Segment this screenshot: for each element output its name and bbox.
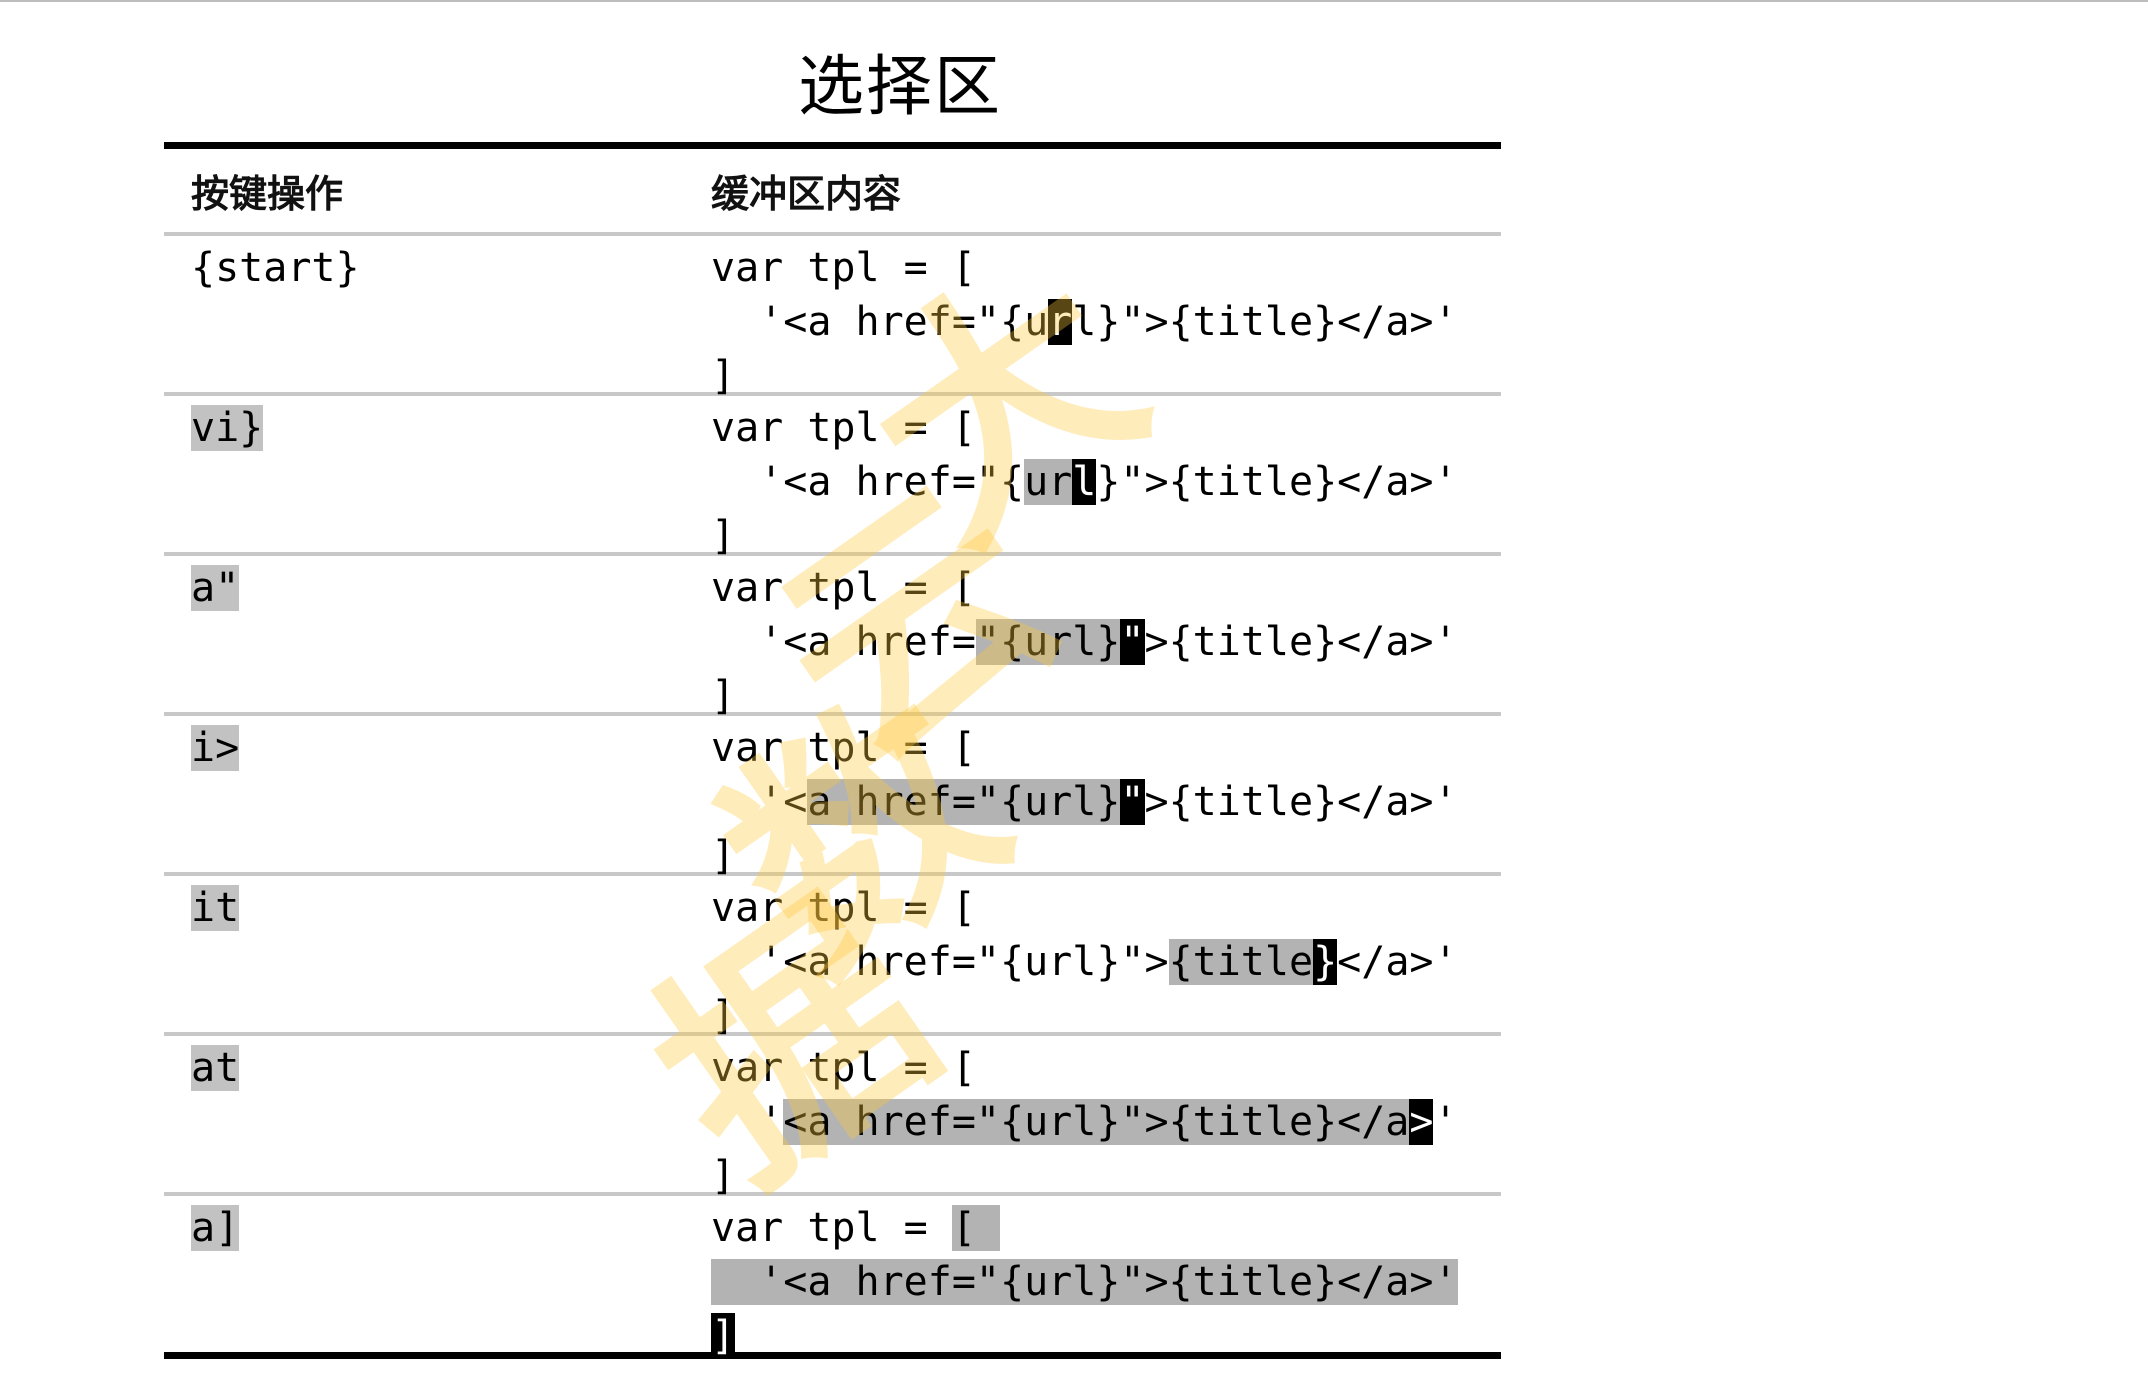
buffer-cell: var tpl = [ '<a href="{url}">{title}</a>…	[711, 396, 1458, 559]
cursor-char: r	[1048, 299, 1073, 345]
code-text: '<a href="{	[711, 459, 1025, 505]
code-line: var tpl = [	[711, 1041, 1458, 1095]
code-line: '<a href="{url}">{title}</a>'	[711, 1095, 1458, 1149]
code-line: var tpl = [	[711, 721, 1458, 775]
keystroke-cell: a"	[164, 556, 711, 712]
code-line: '<a href="{url}">{title}</a>'	[711, 935, 1458, 989]
table-row: it var tpl = [ '<a href="{url}">{title}</…	[164, 876, 1501, 1039]
code-line: var tpl = [	[711, 401, 1458, 455]
selected-text: <a href="{url}">{title}</a	[783, 1099, 1410, 1145]
code-text: var tpl = [	[711, 245, 976, 291]
cursor-char: ]	[711, 1313, 736, 1359]
code-text: ]	[711, 353, 736, 399]
selected-text: at	[191, 1045, 240, 1091]
selected-text: [	[951, 1205, 1000, 1251]
code-text: '<a href=	[711, 619, 976, 665]
selected-text: "{url}	[975, 619, 1121, 665]
code-text: var tpl = [	[711, 565, 976, 611]
cursor-char: >	[1409, 1099, 1434, 1145]
cursor-char: }	[1313, 939, 1338, 985]
table-header: 按键操作 缓冲区内容	[164, 149, 1501, 236]
code-line: ]	[711, 349, 1458, 403]
code-text: '<a href="{url}">	[711, 939, 1169, 985]
table-row: i> var tpl = [ '<a href="{url}">{title}</…	[164, 716, 1501, 879]
table-body: {start} var tpl = [ '<a href="{url}">{tit…	[164, 236, 1501, 1359]
header-buffer: 缓冲区内容	[711, 172, 902, 216]
vim-selection-table: 按键操作 缓冲区内容 {start} var tpl = [ '<a href="…	[164, 142, 1501, 1359]
code-line: '<a href="{url}">{title}</a>'	[711, 455, 1458, 509]
selected-text: a href="{url}	[807, 779, 1121, 825]
code-text: var tpl = [	[711, 725, 976, 771]
code-text: ]	[711, 673, 736, 719]
selected-text: '<a href="{url}">{title}</a>'	[711, 1259, 1458, 1305]
selected-text: i>	[191, 725, 240, 771]
code-line: '<a href="{url}">{title}</a>'	[711, 615, 1458, 669]
buffer-cell: var tpl = [ '<a href="{url}">{title}</a>…	[711, 1196, 1458, 1359]
code-text: </a>'	[1337, 939, 1458, 985]
cursor-char: l	[1072, 459, 1097, 505]
code-text: >{title}</a>'	[1144, 779, 1458, 825]
code-line: var tpl = [	[711, 881, 1458, 935]
buffer-cell: var tpl = [ '<a href="{url}">{title}</a>…	[711, 876, 1458, 1039]
keystroke-text: {start}	[191, 245, 360, 291]
code-line: '<a href="{url}">{title}</a>'	[711, 775, 1458, 829]
cursor-char: "	[1120, 619, 1145, 665]
table-row: a" var tpl = [ '<a href="{url}">{title}</…	[164, 556, 1501, 719]
code-line: ]	[711, 989, 1458, 1043]
code-line: ]	[711, 669, 1458, 723]
code-line: ]	[711, 1309, 1458, 1363]
code-text: ]	[711, 1153, 736, 1199]
code-text: '	[1433, 1099, 1458, 1145]
buffer-cell: var tpl = [ '<a href="{url}">{title}</a>…	[711, 556, 1458, 719]
table-row: at var tpl = [ '<a href="{url}">{title}</…	[164, 1036, 1501, 1199]
code-line: ]	[711, 829, 1458, 883]
code-text: ]	[711, 993, 736, 1039]
selected-text: it	[191, 885, 240, 931]
keystroke-cell: i>	[164, 716, 711, 872]
code-line: var tpl = [	[711, 561, 1458, 615]
buffer-cell: var tpl = [ '<a href="{url}">{title}</a>…	[711, 236, 1458, 399]
keystroke-cell: {start}	[164, 236, 711, 392]
code-text: l}">{title}</a>'	[1072, 299, 1458, 345]
code-text: '<a href="{u	[711, 299, 1049, 345]
code-text: }">{title}</a>'	[1096, 459, 1458, 505]
code-text: var tpl = [	[711, 1045, 976, 1091]
table-row: {start} var tpl = [ '<a href="{url}">{tit…	[164, 236, 1501, 399]
page-title: 选择区	[798, 48, 1002, 125]
selected-text: vi}	[191, 405, 264, 451]
selected-text: {title	[1168, 939, 1314, 985]
cursor-char: "	[1120, 779, 1145, 825]
table-row: vi} var tpl = [ '<a href="{url}">{title}<…	[164, 396, 1501, 559]
buffer-cell: var tpl = [ '<a href="{url}">{title}</a>…	[711, 1036, 1458, 1199]
selected-text: a]	[191, 1205, 240, 1251]
code-line: '<a href="{url}">{title}</a>'	[711, 295, 1458, 349]
code-text: >{title}</a>'	[1144, 619, 1458, 665]
code-text: '<	[711, 779, 808, 825]
header-keystroke: 按键操作	[191, 172, 344, 216]
code-text: '	[711, 1099, 784, 1145]
code-text: ]	[711, 513, 736, 559]
table-row: a] var tpl = [ '<a href="{url}">{title}</…	[164, 1196, 1501, 1359]
selected-text: ur	[1024, 459, 1073, 505]
code-line: var tpl = [	[711, 1201, 1458, 1255]
code-text: var tpl = [	[711, 405, 976, 451]
code-text: ]	[711, 833, 736, 879]
code-line: '<a href="{url}">{title}</a>'	[711, 1255, 1458, 1309]
keystroke-cell: a]	[164, 1196, 711, 1352]
code-line: ]	[711, 509, 1458, 563]
code-text: var tpl =	[711, 1205, 952, 1251]
code-line: ]	[711, 1149, 1458, 1203]
keystroke-cell: it	[164, 876, 711, 1032]
top-divider	[0, 0, 2148, 2]
code-line: var tpl = [	[711, 241, 1458, 295]
selected-text: a"	[191, 565, 240, 611]
keystroke-cell: vi}	[164, 396, 711, 552]
keystroke-cell: at	[164, 1036, 711, 1192]
buffer-cell: var tpl = [ '<a href="{url}">{title}</a>…	[711, 716, 1458, 879]
code-text: var tpl = [	[711, 885, 976, 931]
